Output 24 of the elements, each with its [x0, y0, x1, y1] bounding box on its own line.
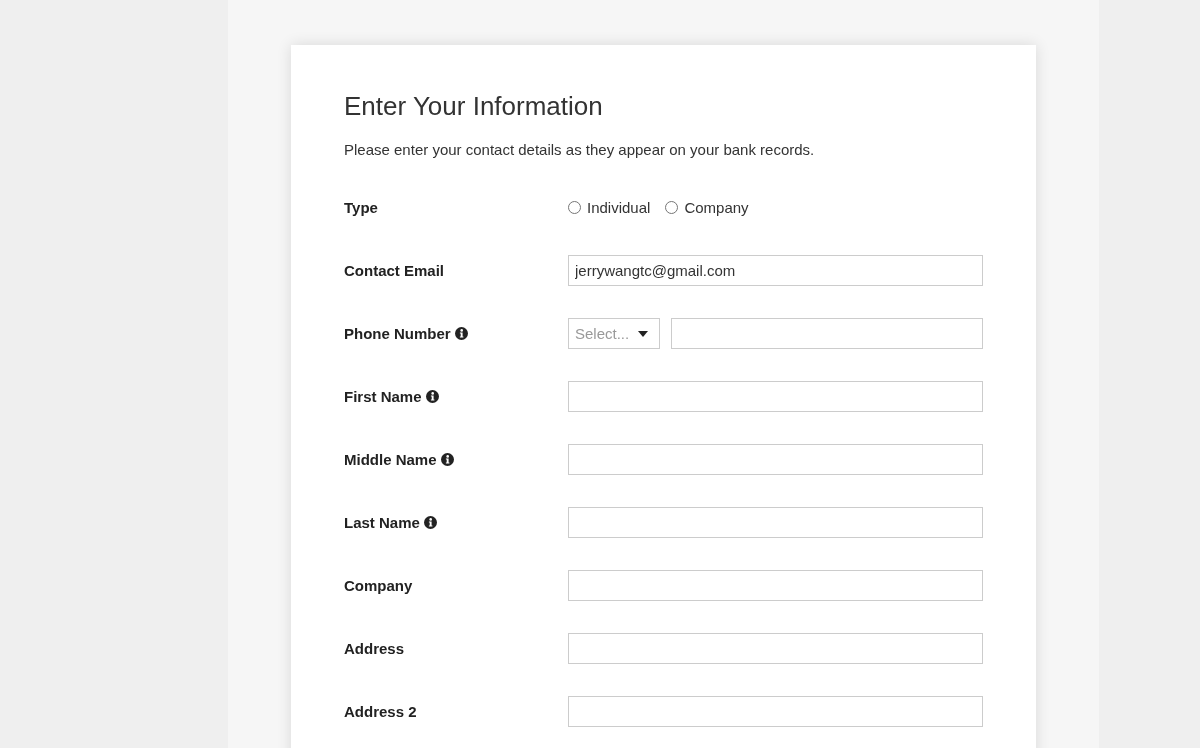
- input-field[interactable]: [568, 570, 983, 601]
- field-label: Last Name: [344, 514, 420, 531]
- field-label: Address 2: [344, 703, 417, 720]
- radio-button[interactable]: [665, 201, 679, 214]
- form-title: Enter Your Information: [344, 91, 603, 121]
- field-label: Address: [344, 640, 405, 657]
- field-label: Type: [344, 199, 378, 216]
- form-description: Please enter your contact details as they appear on your bank records.: [344, 140, 816, 160]
- radio-label: Individual: [587, 199, 651, 216]
- field-label: First Name: [344, 388, 422, 405]
- input-field[interactable]: [568, 507, 983, 538]
- input-field[interactable]: [568, 444, 983, 475]
- input-field[interactable]: [568, 381, 983, 412]
- input-field[interactable]: [568, 633, 983, 664]
- radio-button[interactable]: [568, 201, 581, 214]
- field-label: Company: [344, 577, 413, 594]
- field-label: Contact Email: [344, 262, 445, 279]
- caret-icon: [638, 330, 648, 337]
- field-label: Phone Number: [344, 325, 451, 342]
- input-field[interactable]: jerrywangtc@gmail.com: [568, 255, 983, 286]
- phone-input-field[interactable]: [671, 318, 983, 349]
- radio-label: Company: [684, 199, 749, 216]
- field-label: Middle Name: [344, 451, 437, 468]
- input-field[interactable]: [568, 696, 983, 727]
